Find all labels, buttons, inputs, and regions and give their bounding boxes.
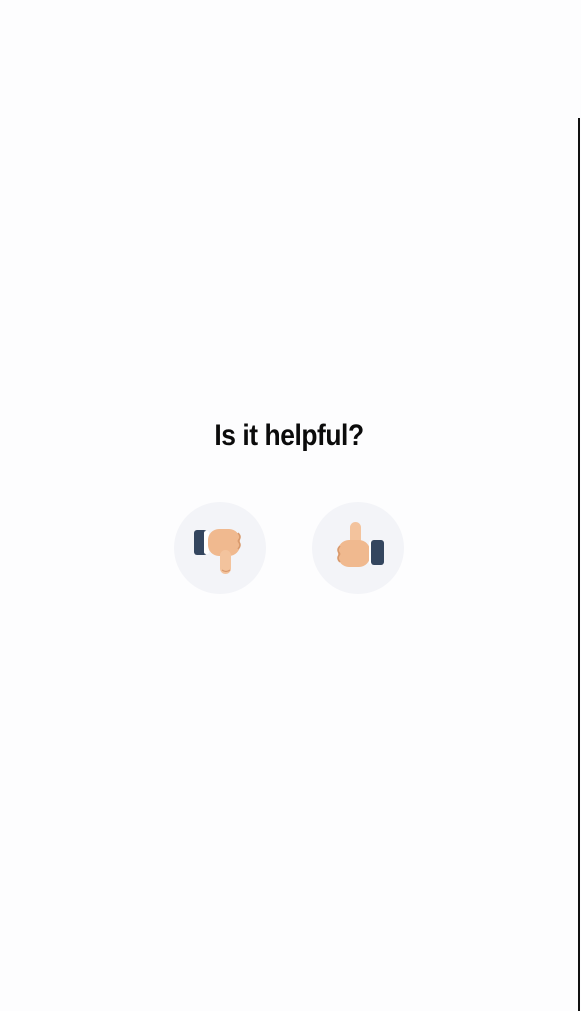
- thumbs-up-button[interactable]: [312, 502, 404, 594]
- feedback-page: Is it helpful?: [0, 0, 581, 1011]
- thumbs-up-icon: [326, 516, 390, 580]
- feedback-question: Is it helpful?: [214, 419, 364, 452]
- thumbs-down-button[interactable]: [174, 502, 266, 594]
- scrollbar-edge: [578, 118, 580, 1011]
- thumbs-down-icon: [188, 516, 252, 580]
